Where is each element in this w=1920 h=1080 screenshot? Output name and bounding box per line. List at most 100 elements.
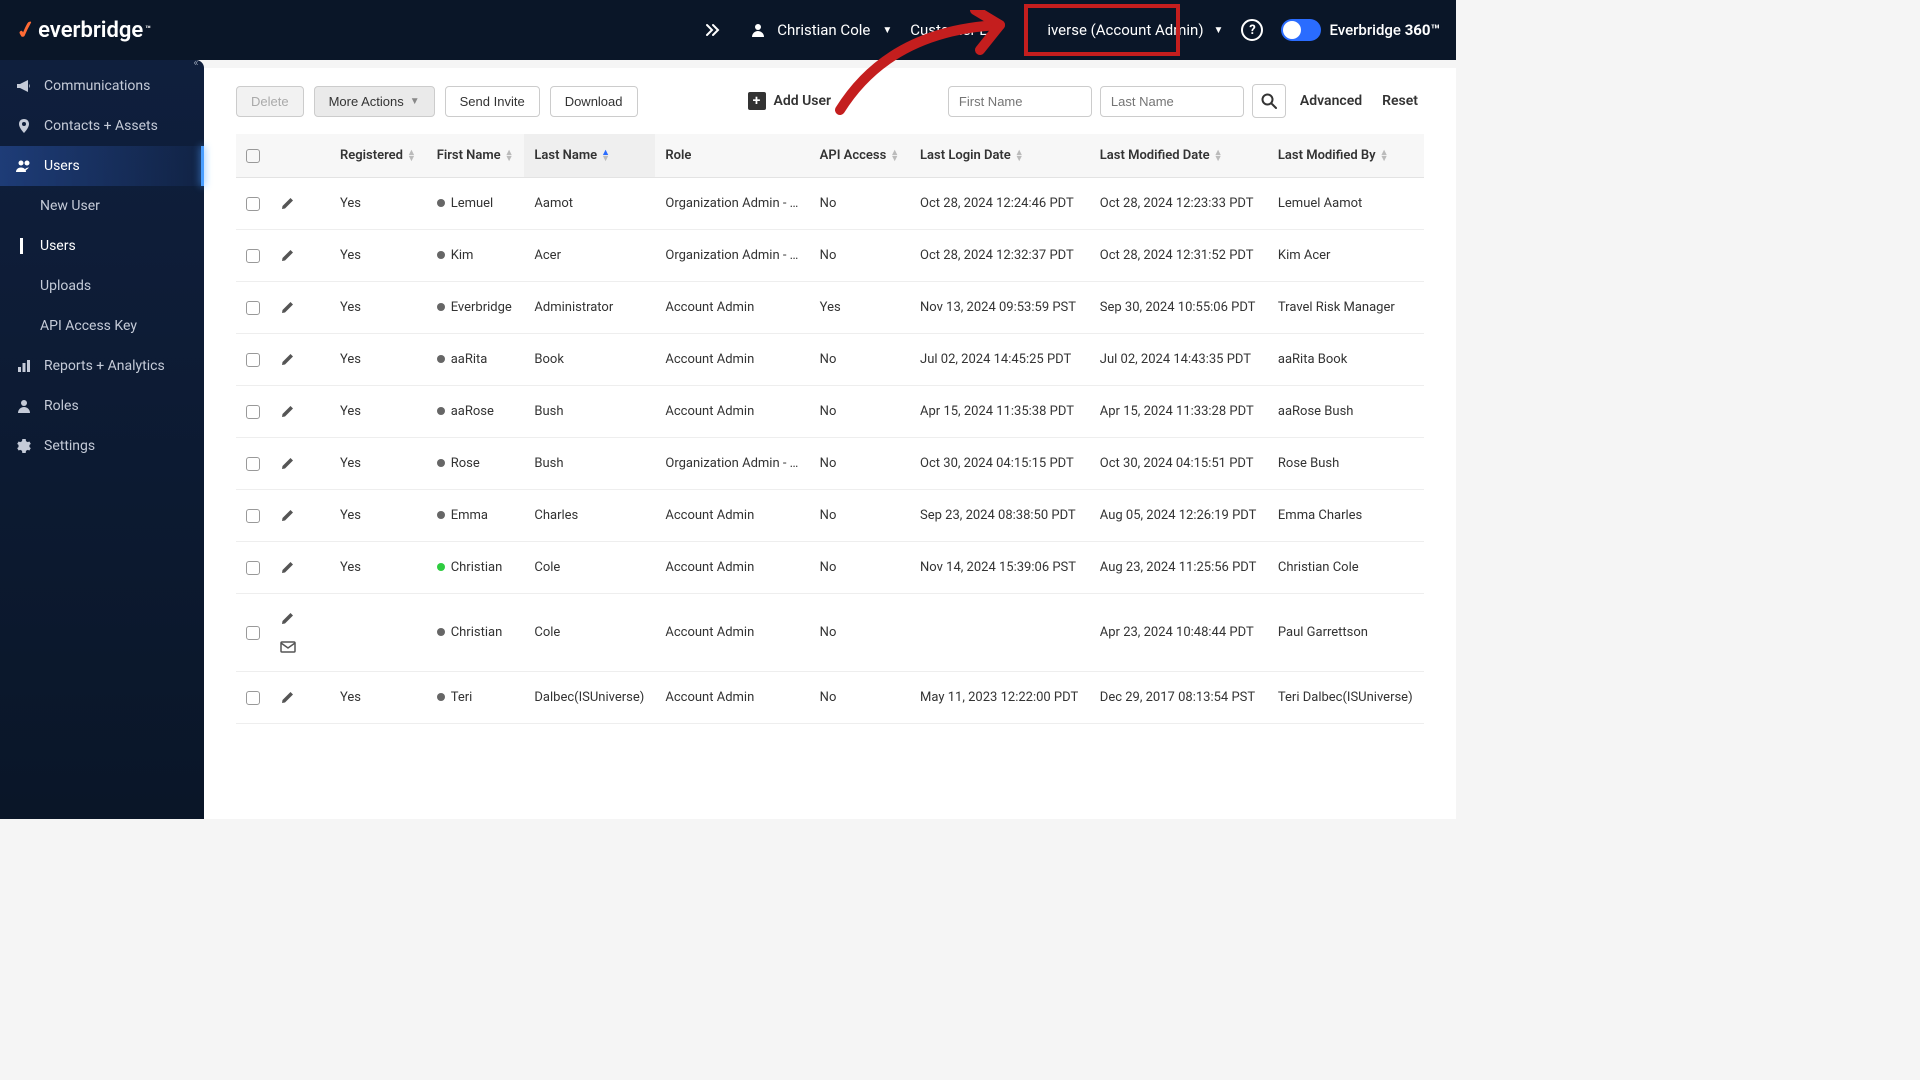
cell-first-name: Rose [427,438,525,490]
cell-login [910,594,1090,672]
row-checkbox[interactable] [246,626,260,640]
cell-registered: Yes [330,282,427,334]
cell-by: Lemuel Aamot [1268,178,1424,230]
expand-icon[interactable] [697,14,729,46]
cell-login: Nov 14, 2024 15:39:06 PST [910,542,1090,594]
col-modified-by[interactable]: Last Modified By▲▼ [1268,134,1424,178]
edit-icon[interactable] [280,691,320,705]
cell-first-name: Everbridge [427,282,525,334]
sidebar-item-users[interactable]: Users [0,146,204,186]
edit-icon[interactable] [280,405,320,419]
table-row: YesEverbridgeAdministratorAccount AdminY… [236,282,1424,334]
user-menu[interactable]: Christian Cole ▼ [747,19,892,41]
delete-button[interactable]: Delete [236,86,304,117]
cell-api: No [810,672,910,724]
col-first-name[interactable]: First Name▲▼ [427,134,525,178]
table-row: YesRoseBushOrganization Admin - …NoOct 3… [236,438,1424,490]
cell-login: May 11, 2023 12:22:00 PDT [910,672,1090,724]
users-table-wrap: Registered▲▼ First Name▲▼ Last Name▲▼ Ro… [204,134,1456,819]
sidebar-item-roles[interactable]: Roles [0,386,204,426]
search-button[interactable] [1252,84,1286,118]
cell-role: Account Admin [655,490,809,542]
cell-api: No [810,594,910,672]
table-row: YesEmmaCharlesAccount AdminNoSep 23, 202… [236,490,1424,542]
cell-login: Apr 15, 2024 11:35:38 PDT [910,386,1090,438]
col-last-name[interactable]: Last Name▲▼ [524,134,655,178]
row-checkbox[interactable] [246,405,260,419]
add-user-label: Add User [774,93,832,109]
sidebar-sub-users[interactable]: Users [0,226,204,266]
sidebar-sub-api-key[interactable]: API Access Key [0,306,204,346]
caret-down-icon: ▼ [882,25,892,36]
send-invite-button[interactable]: Send Invite [445,86,540,117]
row-checkbox[interactable] [246,249,260,263]
row-checkbox[interactable] [246,509,260,523]
col-last-modified[interactable]: Last Modified Date▲▼ [1090,134,1268,178]
cell-last-name: Aamot [524,178,655,230]
cell-api: Yes [810,282,910,334]
cell-last-name: Cole [524,594,655,672]
edit-icon[interactable] [280,509,320,523]
sidebar-item-communications[interactable]: Communications [0,66,204,106]
cell-role: Organization Admin - … [655,438,809,490]
select-all-checkbox[interactable] [246,149,260,163]
col-role[interactable]: Role [655,134,809,178]
cell-registered [330,594,427,672]
cell-first-name: Christian [427,594,525,672]
cell-login: Oct 28, 2024 12:32:37 PDT [910,230,1090,282]
col-api-access[interactable]: API Access▲▼ [810,134,910,178]
mail-icon[interactable] [280,641,320,653]
more-actions-button[interactable]: More Actions ▼ [314,86,435,117]
cell-by: Paul Garrettson [1268,594,1424,672]
advanced-link[interactable]: Advanced [1294,93,1368,109]
sidebar-sub-new-user[interactable]: New User [0,186,204,226]
org-text-right: iverse (Account Admin) [1047,21,1203,39]
org-text-left: Customer L [910,21,987,39]
edit-icon[interactable] [280,561,320,575]
cell-by: Emma Charles [1268,490,1424,542]
edit-icon[interactable] [280,353,320,367]
cell-login: Jul 02, 2024 14:45:25 PDT [910,334,1090,386]
cell-by: Travel Risk Manager [1268,282,1424,334]
col-registered[interactable]: Registered▲▼ [330,134,427,178]
cell-last-name: Dalbec(ISUniverse) [524,672,655,724]
last-name-input[interactable] [1100,86,1244,117]
collapse-sidebar-icon[interactable]: « [186,60,206,72]
cell-registered: Yes [330,490,427,542]
row-checkbox[interactable] [246,691,260,705]
cell-modified: Aug 05, 2024 12:26:19 PDT [1090,490,1268,542]
edit-icon[interactable] [280,301,320,315]
sidebar-item-settings[interactable]: Settings [0,426,204,466]
help-icon[interactable]: ? [1241,19,1263,41]
sidebar-item-reports[interactable]: Reports + Analytics [0,346,204,386]
cell-role: Account Admin [655,282,809,334]
row-checkbox[interactable] [246,301,260,315]
sidebar-item-contacts[interactable]: Contacts + Assets [0,106,204,146]
download-button[interactable]: Download [550,86,638,117]
col-last-login[interactable]: Last Login Date▲▼ [910,134,1090,178]
cell-registered: Yes [330,230,427,282]
reset-link[interactable]: Reset [1376,93,1424,109]
first-name-input[interactable] [948,86,1092,117]
row-checkbox[interactable] [246,197,260,211]
users-table: Registered▲▼ First Name▲▼ Last Name▲▼ Ro… [236,134,1424,724]
cell-by: Kim Acer [1268,230,1424,282]
row-checkbox[interactable] [246,457,260,471]
org-selector[interactable]: Customer L iverse (Account Admin) ▼ [910,21,1223,39]
edit-icon[interactable] [280,249,320,263]
table-row: YesaaRitaBookAccount AdminNoJul 02, 2024… [236,334,1424,386]
cell-first-name: aaRose [427,386,525,438]
edit-icon[interactable] [280,197,320,211]
cell-registered: Yes [330,178,427,230]
cell-modified: Oct 28, 2024 12:23:33 PDT [1090,178,1268,230]
sidebar-sub-uploads[interactable]: Uploads [0,266,204,306]
row-checkbox[interactable] [246,353,260,367]
row-checkbox[interactable] [246,561,260,575]
edit-icon[interactable] [280,612,320,626]
table-row: ChristianColeAccount AdminNoApr 23, 2024… [236,594,1424,672]
cell-last-name: Administrator [524,282,655,334]
add-user-button[interactable]: + Add User [748,92,832,110]
product-toggle[interactable] [1281,19,1321,41]
sidebar-label: Communications [44,78,150,94]
edit-icon[interactable] [280,457,320,471]
